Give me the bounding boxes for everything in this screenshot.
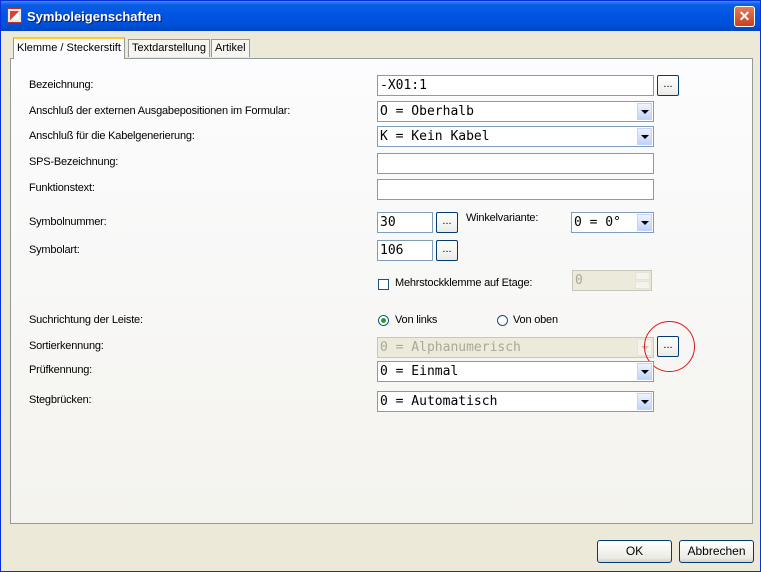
cancel-button[interactable]: Abbrechen xyxy=(679,540,754,563)
symbolart-label: Symbolart: xyxy=(29,244,80,256)
symbolart-input[interactable]: 106 xyxy=(377,240,433,261)
suchrichtung-label: Suchrichtung der Leiste: xyxy=(29,314,143,326)
anschluss-ausgabe-label: Anschluß der externen Ausgabepositionen … xyxy=(29,105,291,117)
mehrstock-checkbox[interactable] xyxy=(378,279,389,290)
anschluss-kabel-label: Anschluß für die Kabelgenerierung: xyxy=(29,130,195,142)
pruefkennung-label: Prüfkennung: xyxy=(29,364,93,376)
dialog-window: Symboleigenschaften ✕ Klemme / Steckerst… xyxy=(0,0,761,572)
spin-up-icon[interactable] xyxy=(635,272,650,280)
radio-von-links-label: Von links xyxy=(395,314,438,326)
anschluss-kabel-select[interactable]: K = Kein Kabel xyxy=(377,126,654,147)
window-title: Symboleigenschaften xyxy=(27,9,162,24)
winkelvariante-label: Winkelvariante: xyxy=(466,212,539,224)
sortierkennung-label: Sortierkennung: xyxy=(29,340,104,352)
winkelvariante-value: 0 = 0° xyxy=(574,215,621,230)
anschluss-ausgabe-select[interactable]: O = Oberhalb xyxy=(377,101,654,122)
chevron-down-icon[interactable] xyxy=(637,128,652,145)
close-button[interactable]: ✕ xyxy=(734,6,755,27)
symbolnummer-input[interactable]: 30 xyxy=(377,212,433,233)
spin-down-icon[interactable] xyxy=(635,281,650,289)
mehrstock-label: Mehrstockklemme auf Etage: xyxy=(395,277,533,289)
tab-textdarstellung[interactable]: Textdarstellung xyxy=(128,39,210,57)
tab-klemme-steckerstift[interactable]: Klemme / Steckerstift xyxy=(13,37,125,59)
anschluss-kabel-value: K = Kein Kabel xyxy=(380,129,490,144)
radio-von-oben[interactable] xyxy=(497,315,508,326)
chevron-down-icon[interactable] xyxy=(637,103,652,120)
funktionstext-label: Funktionstext: xyxy=(29,182,95,194)
title-bar[interactable]: Symboleigenschaften ✕ xyxy=(1,1,760,31)
anschluss-ausgabe-value: O = Oberhalb xyxy=(380,104,474,119)
stegbruecken-value: 0 = Automatisch xyxy=(380,394,498,409)
stegbruecken-select[interactable]: 0 = Automatisch xyxy=(377,391,654,412)
ok-button[interactable]: OK xyxy=(597,540,672,563)
stegbruecken-label: Stegbrücken: xyxy=(29,394,92,406)
radio-von-oben-label: Von oben xyxy=(513,314,558,326)
sortierkennung-select: 0 = Alphanumerisch xyxy=(377,337,654,358)
winkelvariante-select[interactable]: 0 = 0° xyxy=(571,212,654,233)
bezeichnung-browse-button[interactable]: ... xyxy=(657,75,679,96)
bezeichnung-label: Bezeichnung: xyxy=(29,79,94,91)
tab-artikel[interactable]: Artikel xyxy=(211,39,250,57)
chevron-down-icon[interactable] xyxy=(637,214,652,231)
symbolnummer-browse-button[interactable]: ... xyxy=(436,212,458,233)
spinner-buttons xyxy=(635,272,650,289)
sortierkennung-value: 0 = Alphanumerisch xyxy=(380,340,521,355)
sps-label: SPS-Bezeichnung: xyxy=(29,156,119,168)
pruefkennung-value: 0 = Einmal xyxy=(380,364,459,379)
symbolnummer-label: Symbolnummer: xyxy=(29,216,107,228)
etage-spinner[interactable]: 0 xyxy=(572,270,652,291)
chevron-down-icon[interactable] xyxy=(637,393,652,410)
funktionstext-input[interactable] xyxy=(377,179,654,200)
pruefkennung-select[interactable]: 0 = Einmal xyxy=(377,361,654,382)
chevron-down-icon[interactable] xyxy=(637,363,652,380)
app-icon xyxy=(7,8,22,23)
bezeichnung-input[interactable]: -X01:1 xyxy=(377,75,654,96)
sps-input[interactable] xyxy=(377,153,654,174)
symbolart-browse-button[interactable]: ... xyxy=(436,240,458,261)
radio-von-links[interactable] xyxy=(378,315,389,326)
etage-value: 0 xyxy=(575,273,583,288)
